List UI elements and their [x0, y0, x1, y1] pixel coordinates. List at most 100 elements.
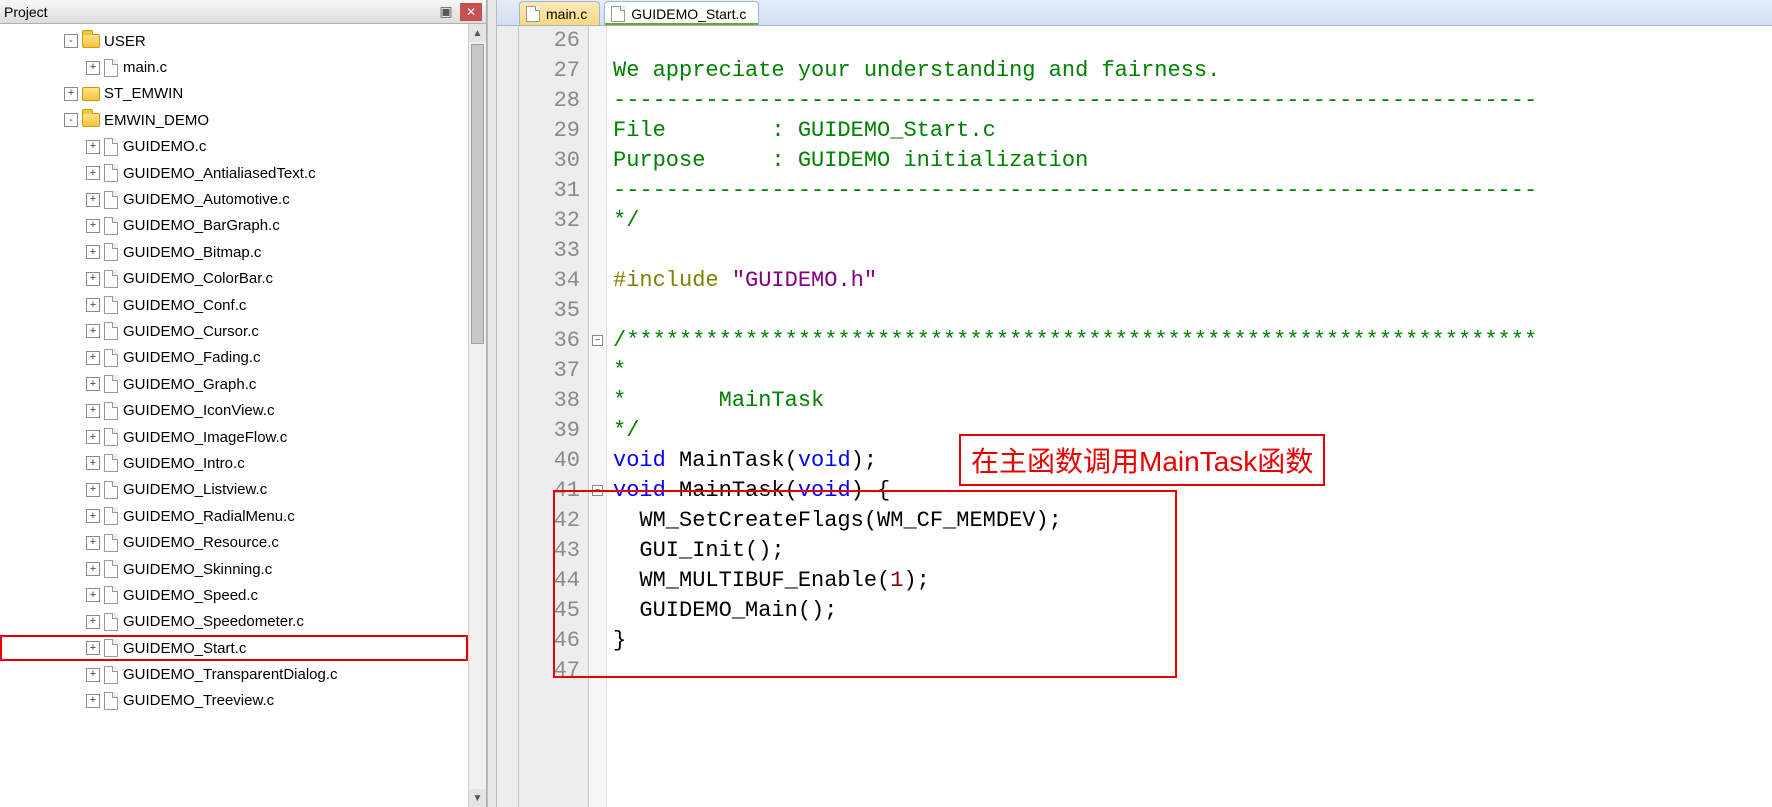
expand-icon[interactable]: + [86, 404, 100, 418]
scroll-down-icon[interactable]: ▼ [469, 789, 486, 807]
expand-icon[interactable]: + [86, 272, 100, 286]
tree-item[interactable]: +GUIDEMO_TransparentDialog.c [0, 661, 468, 687]
expand-icon[interactable]: + [86, 668, 100, 682]
code-line[interactable]: ----------------------------------------… [613, 86, 1772, 116]
expand-icon[interactable]: + [86, 245, 100, 259]
tree-item[interactable]: +GUIDEMO_Automotive.c [0, 186, 468, 212]
editor-tab[interactable]: main.c [519, 1, 600, 25]
tree-item[interactable]: + GUIDEMO_Speed.c [0, 582, 468, 608]
tree-item[interactable]: + GUIDEMO_Fading.c [0, 345, 468, 371]
code-line[interactable]: ----------------------------------------… [613, 176, 1772, 206]
tree-item[interactable]: +GUIDEMO_Graph.c [0, 371, 468, 397]
expand-icon[interactable]: + [86, 430, 100, 444]
editor-tab-label: main.c [546, 6, 587, 22]
expand-icon[interactable]: + [86, 483, 100, 497]
tree-item-label: GUIDEMO_Start.c [123, 640, 246, 657]
tree-item[interactable]: -EMWIN_DEMO [0, 107, 468, 133]
tree-item[interactable]: +GUIDEMO_IconView.c [0, 397, 468, 423]
tree-item[interactable]: +GUIDEMO_RadialMenu.c [0, 503, 468, 529]
tree-item[interactable]: +GUIDEMO_Bitmap.c [0, 239, 468, 265]
code-line[interactable]: We appreciate your understanding and fai… [613, 56, 1772, 86]
tree-item-label: GUIDEMO_ImageFlow.c [123, 429, 287, 446]
project-tree[interactable]: -USER+main.c+ST_EMWIN-EMWIN_DEMO+GUIDEMO… [0, 24, 468, 718]
expand-icon[interactable]: + [86, 193, 100, 207]
tree-item-label: USER [104, 33, 146, 50]
tree-item-label: GUIDEMO_Fading.c [123, 349, 261, 366]
line-number: 32 [519, 206, 580, 236]
file-icon [611, 6, 625, 22]
tree-item[interactable]: + GUIDEMO_Treeview.c [0, 688, 468, 714]
code-line[interactable]: File : GUIDEMO_Start.c [613, 116, 1772, 146]
file-icon [104, 191, 118, 209]
code-content[interactable]: We appreciate your understanding and fai… [607, 26, 1772, 807]
tree-item[interactable]: + ST_EMWIN [0, 81, 468, 107]
tree-item[interactable]: + GUIDEMO_Start.c [0, 635, 468, 661]
tree-item[interactable]: +GUIDEMO_Cursor.c [0, 318, 468, 344]
file-icon [104, 270, 118, 288]
code-line[interactable] [613, 26, 1772, 56]
expand-icon[interactable]: + [86, 615, 100, 629]
tree-item[interactable]: + GUIDEMO_ImageFlow.c [0, 424, 468, 450]
code-line[interactable] [613, 236, 1772, 266]
scrollbar-thumb[interactable] [471, 44, 484, 344]
code-line[interactable]: Purpose : GUIDEMO initialization [613, 146, 1772, 176]
code-line[interactable]: * [613, 356, 1772, 386]
expand-icon[interactable]: + [86, 324, 100, 338]
tree-item[interactable]: +main.c [0, 54, 468, 80]
vertical-scrollbar[interactable]: ▲ ▼ [468, 24, 486, 807]
tree-item[interactable]: +GUIDEMO_Resource.c [0, 529, 468, 555]
line-number: 27 [519, 56, 580, 86]
expand-icon[interactable]: + [86, 377, 100, 391]
code-editor[interactable]: 2627282930313233343536373839404142434445… [497, 26, 1772, 807]
tree-item[interactable]: +GUIDEMO_ColorBar.c [0, 266, 468, 292]
tree-item[interactable]: +GUIDEMO_BarGraph.c [0, 213, 468, 239]
expand-icon[interactable]: + [86, 140, 100, 154]
file-icon [104, 243, 118, 261]
project-panel-titlebar[interactable]: Project ▣ ✕ [0, 0, 486, 24]
tree-item[interactable]: +GUIDEMO.c [0, 134, 468, 160]
code-line[interactable]: /***************************************… [613, 326, 1772, 356]
tree-item-label: ST_EMWIN [104, 85, 183, 102]
expand-icon[interactable]: + [86, 562, 100, 576]
tree-item[interactable]: +GUIDEMO_Intro.c [0, 450, 468, 476]
expand-icon[interactable]: + [86, 166, 100, 180]
expand-icon[interactable]: + [86, 509, 100, 523]
expand-icon[interactable]: + [86, 694, 100, 708]
line-number: 38 [519, 386, 580, 416]
code-line[interactable] [613, 296, 1772, 326]
editor-tab[interactable]: GUIDEMO_Start.c [604, 1, 759, 25]
tree-item[interactable]: - USER [0, 28, 468, 54]
line-number-gutter: 2627282930313233343536373839404142434445… [519, 26, 589, 807]
tree-item[interactable]: +GUIDEMO_Conf.c [0, 292, 468, 318]
pin-icon[interactable]: ▣ [436, 3, 456, 20]
code-line[interactable]: */ [613, 206, 1772, 236]
tree-item[interactable]: + GUIDEMO_Speedometer.c [0, 609, 468, 635]
expand-icon[interactable]: + [86, 588, 100, 602]
expand-icon[interactable]: + [86, 61, 100, 75]
file-icon [104, 613, 118, 631]
splitter[interactable] [487, 0, 497, 807]
code-line[interactable]: * MainTask [613, 386, 1772, 416]
fold-toggle-icon[interactable]: − [592, 335, 603, 346]
expand-icon[interactable]: + [86, 456, 100, 470]
line-number: 39 [519, 416, 580, 446]
expand-icon[interactable]: + [86, 219, 100, 233]
expand-icon[interactable]: + [86, 298, 100, 312]
code-line[interactable]: #include "GUIDEMO.h" [613, 266, 1772, 296]
tree-item-label: GUIDEMO_Treeview.c [123, 692, 274, 709]
tree-item-label: GUIDEMO_Speedometer.c [123, 613, 304, 630]
expand-icon[interactable]: + [86, 351, 100, 365]
tree-item[interactable]: +GUIDEMO_Skinning.c [0, 556, 468, 582]
tree-item-label: GUIDEMO_Speed.c [123, 587, 258, 604]
file-icon [526, 6, 540, 22]
expand-icon[interactable]: + [86, 641, 100, 655]
tree-item[interactable]: +GUIDEMO_Listview.c [0, 477, 468, 503]
scroll-up-icon[interactable]: ▲ [469, 24, 486, 42]
tree-item[interactable]: +GUIDEMO_AntialiasedText.c [0, 160, 468, 186]
collapse-icon[interactable]: - [64, 34, 78, 48]
collapse-icon[interactable]: - [64, 113, 78, 127]
expand-icon[interactable]: + [64, 87, 78, 101]
annotation-box [553, 490, 1177, 678]
close-icon[interactable]: ✕ [460, 3, 482, 21]
expand-icon[interactable]: + [86, 536, 100, 550]
